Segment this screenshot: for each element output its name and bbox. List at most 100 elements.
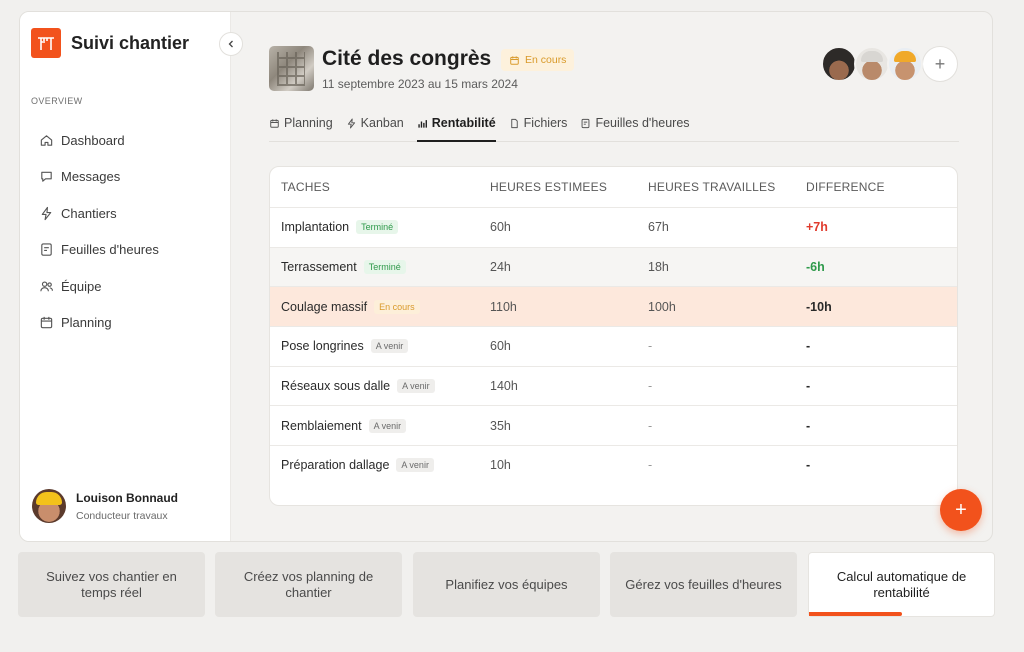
bolt-icon <box>41 206 52 220</box>
project-thumbnail <box>269 46 314 91</box>
hours-difference: -10h <box>806 299 832 314</box>
feature-tab-suivi[interactable]: Suivez vos chantier en temps réel <box>18 552 205 617</box>
table-row[interactable]: Implantation Terminé 60h 67h +7h <box>270 207 957 247</box>
status-badge: A venir <box>370 339 409 354</box>
user-name: Louison Bonnaud <box>76 490 178 505</box>
timesheet-icon <box>582 118 590 129</box>
worked-hours: 67h <box>648 220 669 235</box>
tab-label: Rentabilité <box>431 116 496 130</box>
task-name: Réseaux sous dalle <box>281 379 391 394</box>
sidebar-item-label: Messages <box>61 169 121 185</box>
sidebar-item-team[interactable]: Équipe <box>39 268 159 305</box>
feature-progress-bar <box>809 612 902 616</box>
calendar-icon <box>270 119 279 128</box>
add-member-button[interactable]: + <box>922 46 958 82</box>
avatar <box>32 489 66 523</box>
feature-tabs: Suivez vos chantier en temps réel Créez … <box>18 552 995 617</box>
task-name: Implantation <box>281 220 350 235</box>
tab-label: Kanban <box>360 116 404 130</box>
estimated-hours: 35h <box>490 418 511 433</box>
status-badge: En cours <box>501 49 575 71</box>
timesheet-icon <box>41 243 52 256</box>
tab-planning[interactable]: Planning <box>269 116 333 142</box>
task-name: Pose longrines <box>281 339 364 354</box>
estimated-hours: 140h <box>490 379 518 394</box>
feature-tab-equipes[interactable]: Planifiez vos équipes <box>413 552 600 617</box>
status-badge: A venir <box>368 418 407 433</box>
tab-kanban[interactable]: Kanban <box>346 116 404 142</box>
sidebar-item-dashboard[interactable]: Dashboard <box>39 122 159 159</box>
column-header: TACHES <box>281 180 330 194</box>
task-name: Terrassement <box>281 260 357 275</box>
tab-feuilles-heures[interactable]: Feuilles d'heures <box>580 116 690 142</box>
column-header: HEURES TRAVAILLES <box>648 180 776 194</box>
user-role: Conducteur travaux <box>76 509 168 522</box>
tab-fichiers[interactable]: Fichiers <box>509 116 568 142</box>
sidebar-item-timesheets[interactable]: Feuilles d'heures <box>39 232 159 269</box>
app-window: Suivi chantier OVERVIEW Dashboard Messag… <box>19 11 993 542</box>
project-dates: 11 septembre 2023 au 15 mars 2024 <box>322 77 518 91</box>
sidebar-item-label: Dashboard <box>61 132 125 148</box>
estimated-hours: 60h <box>490 339 511 354</box>
section-label: OVERVIEW <box>31 96 83 106</box>
column-header: DIFFERENCE <box>806 180 885 194</box>
hours-difference: - <box>806 458 811 473</box>
sidebar-item-messages[interactable]: Messages <box>39 159 159 196</box>
bar-chart-icon <box>418 120 427 128</box>
table-row[interactable]: Réseaux sous dalle A venir 140h - - <box>270 365 957 406</box>
table-row[interactable]: Coulage massif En cours 110h 100h -10h <box>270 286 957 327</box>
tab-rentabilite[interactable]: Rentabilité <box>416 116 496 142</box>
task-name: Préparation dallage <box>281 458 390 473</box>
table-row[interactable]: Terrassement Terminé 24h 18h -6h <box>270 246 957 287</box>
calendar-icon <box>510 55 519 65</box>
brand[interactable]: Suivi chantier <box>31 28 189 58</box>
worked-hours: - <box>648 418 653 433</box>
tab-label: Fichiers <box>523 116 568 130</box>
sidebar-item-planning[interactable]: Planning <box>39 305 159 342</box>
team-avatars: + <box>821 46 958 82</box>
status-badge: Terminé <box>356 220 399 235</box>
sidebar-item-label: Équipe <box>61 278 102 294</box>
hours-difference: - <box>806 418 811 433</box>
avatar[interactable] <box>821 46 857 82</box>
status-label: En cours <box>525 54 567 66</box>
feature-label: Gérez vos feuilles d'heures <box>625 576 782 592</box>
project-tabs: Planning Kanban Rentabilité Fichiers Feu… <box>269 116 959 142</box>
worked-hours: - <box>648 458 653 473</box>
feature-label: Calcul automatique de rentabilité <box>836 568 967 600</box>
collapse-sidebar-button[interactable] <box>219 32 243 56</box>
page-title: Cité des congrès <box>322 47 492 70</box>
feature-tab-feuilles[interactable]: Gérez vos feuilles d'heures <box>610 552 797 617</box>
feature-tab-rentabilite[interactable]: Calcul automatique de rentabilité <box>808 552 995 617</box>
chevron-left-icon <box>228 40 233 48</box>
avatar[interactable] <box>887 46 923 82</box>
worked-hours: 18h <box>648 260 669 275</box>
file-icon <box>510 118 518 129</box>
user-profile[interactable]: Louison Bonnaud Conducteur travaux <box>32 489 178 523</box>
add-task-button[interactable]: + <box>940 489 982 531</box>
table-row[interactable]: Pose longrines A venir 60h - - <box>270 326 957 366</box>
worked-hours: - <box>648 379 653 394</box>
table-row[interactable]: Remblaiement A venir 35h - - <box>270 405 957 445</box>
status-badge: En cours <box>374 299 420 314</box>
worked-hours: 100h <box>648 299 676 314</box>
sidebar: Suivi chantier OVERVIEW Dashboard Messag… <box>20 12 231 541</box>
sidebar-item-label: Chantiers <box>61 205 117 221</box>
tab-label: Planning <box>284 116 333 130</box>
bolt-icon <box>347 118 355 129</box>
feature-label: Suivez vos chantier en temps réel <box>46 568 177 600</box>
task-name: Coulage massif <box>281 299 368 314</box>
calendar-icon <box>40 317 53 329</box>
worked-hours: - <box>648 339 653 354</box>
sidebar-item-chantiers[interactable]: Chantiers <box>39 195 159 232</box>
table-row[interactable]: Préparation dallage A venir 10h - - <box>270 445 957 485</box>
avatar[interactable] <box>854 46 890 82</box>
hours-difference: +7h <box>806 220 828 235</box>
feature-tab-planning[interactable]: Créez vos planning de chantier <box>215 552 402 617</box>
home-icon <box>40 135 53 146</box>
feature-label: Planifiez vos équipes <box>445 576 568 592</box>
hours-difference: - <box>806 339 811 354</box>
hours-difference: - <box>806 379 811 394</box>
status-badge: A venir <box>396 458 434 473</box>
app-name: Suivi chantier <box>71 32 190 53</box>
